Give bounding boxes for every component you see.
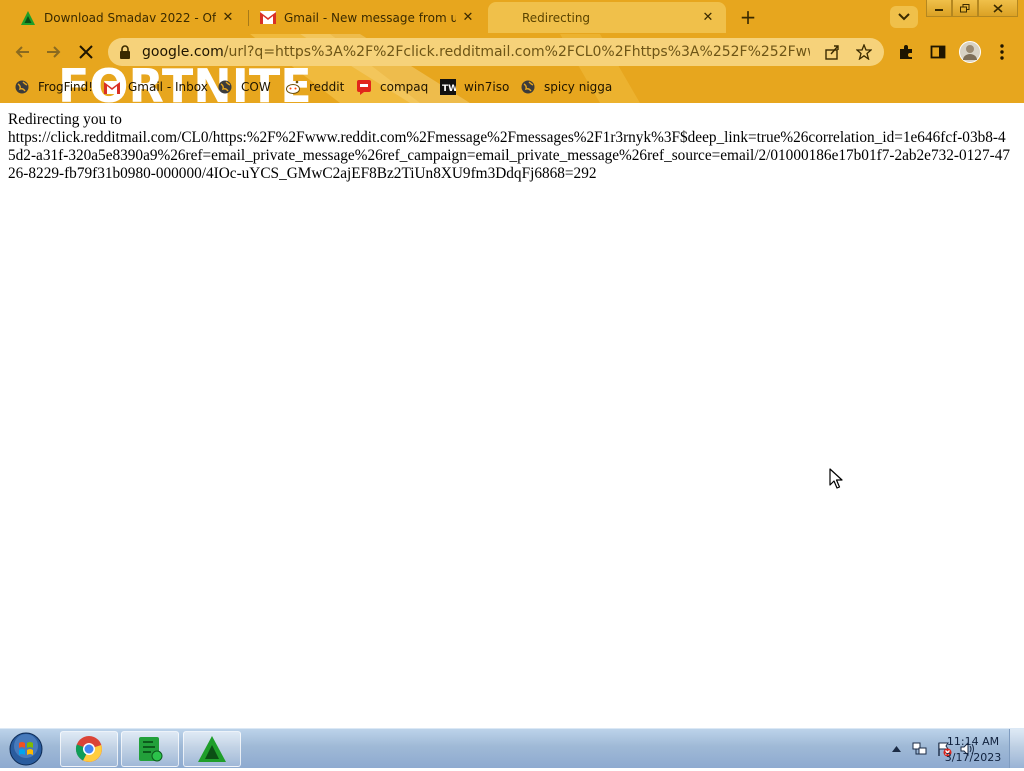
windows-start-orb-icon [9, 732, 43, 766]
bookmark-label: Gmail - Inbox [128, 80, 208, 94]
bookmark-label: reddit [309, 80, 345, 94]
extensions-button[interactable] [892, 38, 920, 66]
browser-toolbar: google.com/url?q=https%3A%2F%2Fclick.red… [0, 34, 1024, 72]
restore-button[interactable] [952, 0, 978, 17]
smadav-icon [20, 10, 36, 26]
address-bar-url[interactable]: google.com/url?q=https%3A%2F%2Fclick.red… [142, 44, 810, 60]
close-window-button[interactable] [978, 0, 1018, 17]
redirect-message: Redirecting you to https://click.redditm… [8, 111, 1012, 183]
tab-title: Redirecting [522, 10, 591, 25]
tab-search-button[interactable] [890, 6, 918, 28]
tab-close-icon[interactable]: ✕ [220, 10, 236, 26]
browser-chrome: FORTNITE Download Smadav 2022 - Officia … [0, 0, 1024, 103]
bookmark-compaq[interactable]: compaq [356, 76, 428, 98]
bookmark-reddit[interactable]: reddit [285, 76, 344, 98]
show-desktop-button[interactable] [1009, 729, 1024, 768]
tab-gmail[interactable]: Gmail - New message from u/red ✕ [250, 2, 486, 33]
cow-app-icon [139, 737, 163, 762]
side-panel-icon [930, 45, 946, 59]
stop-loading-button[interactable] [72, 38, 100, 66]
globe-icon [520, 79, 536, 95]
tab-strip: Download Smadav 2022 - Officia ✕ Gmail -… [0, 0, 1024, 34]
stop-icon [79, 45, 93, 59]
redirect-heading: Redirecting you to [8, 111, 122, 128]
taskbar-app-button[interactable] [121, 731, 179, 767]
bookmark-label: compaq [380, 80, 429, 94]
taskbar-clock[interactable]: 11:14 AM 3/17/2023 [940, 734, 1006, 766]
tab-smadav[interactable]: Download Smadav 2022 - Officia ✕ [10, 2, 246, 33]
page-content: Redirecting you to https://click.redditm… [0, 103, 1024, 728]
minimize-icon [935, 9, 943, 11]
windows-taskbar: 11:14 AM 3/17/2023 [0, 728, 1024, 768]
puzzle-icon [900, 45, 912, 59]
mouse-cursor-icon [829, 468, 843, 489]
address-bar[interactable]: google.com/url?q=https%3A%2F%2Fclick.red… [108, 38, 884, 66]
forward-arrow-icon [47, 46, 61, 58]
bookmark-win7iso[interactable]: TW win7iso [440, 76, 509, 98]
profile-avatar[interactable] [956, 38, 984, 66]
clock-time: 11:14 AM [946, 735, 1000, 748]
reddit-icon [285, 79, 301, 95]
bookmark-label: win7iso [464, 80, 510, 94]
tab-redirecting[interactable]: Redirecting ✕ [488, 2, 726, 33]
tw-icon: TW [440, 79, 456, 95]
bookmark-gmail-inbox[interactable]: Gmail - Inbox [104, 76, 208, 98]
tab-divider [248, 10, 249, 26]
chrome-icon [75, 736, 102, 762]
blank-favicon [498, 10, 514, 26]
compaq-icon [356, 79, 372, 95]
back-button[interactable] [8, 38, 36, 66]
back-arrow-icon [15, 46, 29, 58]
svg-text:TW: TW [442, 84, 456, 94]
globe-icon [217, 79, 233, 95]
taskbar-chrome-button[interactable] [60, 731, 118, 767]
taskbar-smadav-button[interactable] [183, 731, 241, 767]
kebab-menu-icon [1000, 44, 1004, 60]
new-tab-button[interactable]: + [734, 4, 762, 30]
lock-icon [120, 45, 130, 59]
minimize-button[interactable] [926, 0, 952, 17]
bookmark-label: FrogFind! [38, 80, 94, 94]
forward-button[interactable] [40, 38, 68, 66]
close-icon [993, 3, 1003, 13]
gmail-icon [260, 10, 276, 26]
avatar-icon [959, 41, 981, 63]
gmail-icon [104, 79, 120, 95]
tab-close-icon[interactable]: ✕ [460, 10, 476, 26]
clock-date: 3/17/2023 [944, 751, 1002, 764]
globe-icon [14, 79, 30, 95]
bookmark-spicy[interactable]: spicy nigga [520, 76, 612, 98]
bookmarks-bar: FrogFind! Gmail - Inbox COW reddit compa… [0, 72, 1024, 102]
tab-close-icon[interactable]: ✕ [700, 10, 716, 26]
show-hidden-icons-icon[interactable] [888, 741, 904, 757]
restore-icon [960, 3, 970, 12]
network-icon[interactable] [912, 741, 928, 757]
bookmark-label: spicy nigga [544, 80, 613, 94]
plus-icon: + [739, 5, 757, 29]
tab-title: Gmail - New message from u/red [284, 10, 456, 25]
bookmark-cow[interactable]: COW [217, 76, 271, 98]
chevron-down-icon [898, 13, 910, 21]
share-icon[interactable] [822, 42, 842, 62]
smadav-icon [198, 736, 226, 762]
redirect-target-url[interactable]: https://click.redditmail.com/CL0/https:%… [8, 129, 1012, 183]
bookmark-star-icon[interactable] [854, 42, 874, 62]
bookmark-label: COW [241, 80, 271, 94]
tab-title: Download Smadav 2022 - Officia [44, 10, 216, 25]
start-button[interactable] [7, 731, 45, 767]
menu-button[interactable] [988, 38, 1016, 66]
bookmark-frogfind[interactable]: FrogFind! [14, 76, 93, 98]
side-panel-button[interactable] [924, 38, 952, 66]
